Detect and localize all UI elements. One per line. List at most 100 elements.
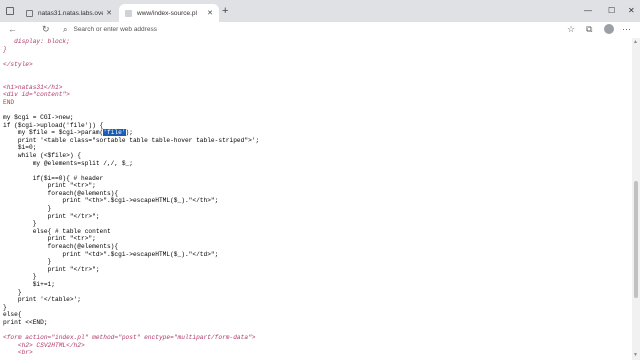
tab-natas31[interactable]: natas31.natas.labs.overthewire.o ✕ [20, 4, 118, 22]
code-text: my $cgi = CGI->new; [3, 113, 74, 121]
minimize-button[interactable]: — [584, 6, 592, 15]
new-tab-button[interactable]: + [222, 5, 228, 17]
code-text: foreach(@elements){ [3, 189, 119, 197]
source-line: else{ # table content [3, 228, 632, 236]
source-line [3, 106, 632, 114]
code-text: print <<END; [3, 318, 48, 326]
source-view[interactable]: display: block;} </style> <h1>natas31</h1>… [0, 38, 632, 360]
code-text: ); [125, 129, 133, 137]
selected-text: 'file' [103, 129, 126, 137]
source-line: if($i==0){ # header [3, 175, 632, 183]
source-line: } [3, 46, 632, 54]
code-text: } [3, 45, 7, 53]
tab-title: www/index-source.pl [137, 9, 197, 17]
source-line [3, 327, 632, 335]
scroll-up-icon[interactable]: ▲ [633, 40, 638, 45]
tab-actions-icon[interactable] [6, 7, 14, 15]
code-text: my $file = $cgi->param( [3, 129, 104, 137]
code-text: else{ [3, 311, 22, 319]
code-text: print "<th>".$cgi->escapeHTML($_)."</th>… [3, 197, 219, 205]
address-placeholder: Search or enter web address [73, 26, 157, 33]
scroll-down-icon[interactable]: ▼ [633, 353, 638, 358]
browser-window: natas31.natas.labs.overthewire.o ✕ www/i… [0, 0, 640, 360]
code-text: if($i==0){ # header [3, 174, 104, 182]
code-text: } [3, 220, 37, 228]
refresh-icon[interactable]: ↻ [42, 24, 50, 35]
source-line [3, 53, 632, 61]
source-line: foreach(@elements){ [3, 190, 632, 198]
code-text: print "</tr>"; [3, 265, 100, 273]
tab-close-icon[interactable]: ✕ [106, 9, 112, 17]
source-line: my @elements=split /,/, $_; [3, 160, 632, 168]
source-line: while (<$file>) { [3, 152, 632, 160]
source-line: } [3, 220, 632, 228]
code-text: print '<table class="sortable table tabl… [3, 136, 260, 144]
source-line: END [3, 99, 632, 107]
code-text: print "<td>".$cgi->escapeHTML($_)."</td>… [3, 250, 219, 258]
navigation-toolbar: ← ↻ ⌕ Search or enter web address ☆ ⧉ ⋯ [0, 22, 640, 39]
code-text: <h1>natas31</h1> [3, 83, 63, 91]
close-window-button[interactable]: ✕ [628, 6, 635, 15]
source-line [3, 68, 632, 76]
code-text: foreach(@elements){ [3, 243, 119, 251]
source-line: display: block; [3, 38, 632, 46]
source-line [3, 76, 632, 84]
code-text: </style> [3, 60, 33, 68]
code-text: <div id="content"> [3, 91, 70, 99]
code-text: $i+=1; [3, 281, 55, 288]
code-text: print "<tr>"; [3, 235, 96, 243]
source-line: my $cgi = CGI->new; [3, 114, 632, 122]
favorites-icon[interactable]: ☆ [567, 24, 575, 35]
address-bar[interactable]: ⌕ Search or enter web address [63, 23, 553, 36]
source-line: <form action="index.pl" method="post" en… [3, 334, 632, 342]
source-line: my $file = $cgi->param('file'); [3, 129, 632, 137]
code-text: else{ # table content [3, 227, 111, 235]
profile-avatar[interactable] [604, 24, 614, 34]
source-line: print "</tr>"; [3, 213, 632, 221]
code-text: END [3, 98, 15, 106]
code-text: print '</table>'; [3, 296, 81, 304]
code-text: my @elements=split /,/, $_; [3, 159, 133, 167]
scrollbar-thumb[interactable] [634, 181, 638, 298]
source-line: print "<th>".$cgi->escapeHTML($_)."</th>… [3, 197, 632, 205]
source-line: } [3, 258, 632, 266]
code-text: } [3, 258, 52, 266]
code-text: display: block; [3, 38, 70, 45]
tab-close-icon[interactable]: ✕ [207, 9, 213, 17]
page-icon [26, 9, 33, 17]
source-line: <div id="content"> [3, 91, 632, 99]
source-line: } [3, 273, 632, 281]
search-icon: ⌕ [63, 24, 68, 34]
tab-index-source[interactable]: www/index-source.pl ✕ [119, 4, 219, 22]
source-line: } [3, 205, 632, 213]
tab-strip: natas31.natas.labs.overthewire.o ✕ www/i… [0, 0, 640, 22]
code-text: <form action="index.pl" method="post" en… [3, 334, 256, 342]
tab-title: natas31.natas.labs.overthewire.o [38, 9, 104, 17]
back-icon[interactable]: ← [8, 24, 17, 35]
code-text: } [3, 273, 37, 281]
source-line: $i=0; [3, 144, 632, 152]
code-text: print "</tr>"; [3, 212, 100, 220]
source-line: print "</tr>"; [3, 266, 632, 274]
collections-icon[interactable]: ⧉ [586, 24, 592, 35]
source-code: display: block;} </style> <h1>natas31</h1>… [0, 38, 632, 357]
code-text: if ($cgi->upload('file')) { [3, 121, 104, 129]
source-line: } [3, 304, 632, 312]
source-line: $i+=1; [3, 281, 632, 289]
source-line: if ($cgi->upload('file')) { [3, 122, 632, 130]
vertical-scrollbar[interactable]: ▲ ▼ [632, 38, 640, 360]
source-line [3, 167, 632, 175]
source-line: <h1>natas31</h1> [3, 84, 632, 92]
source-line: print "<tr>"; [3, 235, 632, 243]
code-text: print "<tr>"; [3, 182, 96, 190]
source-line: print '</table>'; [3, 296, 632, 304]
code-text: $i=0; [3, 144, 37, 152]
code-text: <h2> CSV2HTML</h2> [3, 341, 85, 349]
code-text: } [3, 205, 52, 213]
maximize-button[interactable]: ☐ [608, 6, 615, 15]
more-menu-icon[interactable]: ⋯ [622, 24, 631, 35]
code-text: } [3, 303, 7, 311]
source-line: print '<table class="sortable table tabl… [3, 137, 632, 145]
source-line: </style> [3, 61, 632, 69]
code-text: <br> [3, 349, 33, 357]
